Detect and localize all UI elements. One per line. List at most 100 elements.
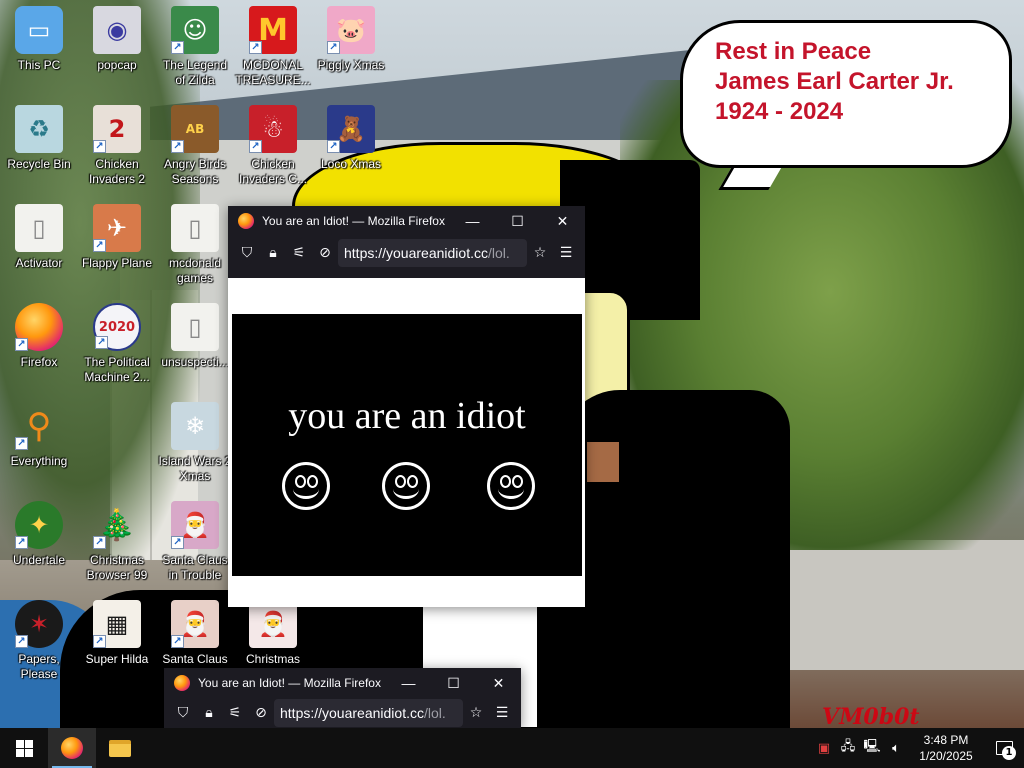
desktop-icon-everything[interactable]: ⚲ ↗ Everything (0, 396, 78, 492)
firefox-logo-icon (174, 675, 190, 691)
desktop-icon-super-hilda[interactable]: ▦ ↗ Super Hilda (78, 594, 156, 690)
autoplay-blocked-icon[interactable]: ⊘ (312, 240, 338, 266)
tray-app-icon[interactable]: ▣ (812, 728, 836, 768)
desktop-icon-label: Piggly Xmas (317, 58, 385, 72)
chicken-invaders-2-icon: 2 ↗ (93, 105, 141, 153)
folder-icon (109, 739, 131, 757)
idiot-panel[interactable]: you are an idiot (232, 314, 582, 576)
action-center-button[interactable]: 1 (984, 728, 1024, 768)
desktop-icon-label: Everything (10, 454, 68, 468)
window-title: You are an Idiot! — Mozilla Firefox (262, 214, 445, 228)
bubble-line-3: 1924 - 2024 (715, 98, 844, 125)
url-host: https://youareanidiot.cc (344, 245, 488, 261)
desktop-icon-this-pc[interactable]: ▭ This PC (0, 0, 78, 96)
clock-date: 1/20/2025 (919, 749, 973, 763)
notification-count-badge: 1 (1002, 746, 1016, 760)
firefox-nav-bar: ⛉ 🔒︎ ⚟ ⊘ https://youareanidiot.cc/lol. ☆… (164, 698, 521, 728)
url-path: /lol. (423, 705, 446, 721)
desktop-icon-popcap[interactable]: ◉ popcap (78, 0, 156, 96)
url-path: /lol. (487, 245, 510, 261)
super-hilda-icon: ▦ ↗ (93, 600, 141, 648)
lock-icon[interactable]: 🔒︎ (260, 240, 286, 266)
desktop-icon-firefox[interactable]: ↗ Firefox (0, 297, 78, 393)
volume-muted-icon[interactable]: 🔈︎ (884, 728, 908, 768)
menu-icon[interactable]: ☰ (553, 240, 579, 266)
maximize-button[interactable]: ☐ (495, 206, 540, 236)
desktop-icon-angry-birds-seasons[interactable]: AB ↗ Angry Birds Seasons (156, 99, 234, 195)
window-title: You are an Idiot! — Mozilla Firefox (198, 676, 381, 690)
clock[interactable]: 3:48 PM 1/20/2025 (908, 732, 984, 764)
desktop-icon-political-machine[interactable]: 2020 ↗ The Political Machine 2... (78, 297, 156, 393)
idiot-message: you are an idiot (288, 395, 526, 437)
desktop-icon-loco-xmas[interactable]: 🧸 ↗ Loco Xmas (312, 99, 390, 195)
desktop-icon-chicken-invaders-2[interactable]: 2 ↗ Chicken Invaders 2 (78, 99, 156, 195)
bookmark-star-icon[interactable]: ☆ (463, 700, 489, 726)
url-bar[interactable]: https://youareanidiot.cc/lol. (338, 239, 527, 267)
taskbar-firefox[interactable] (48, 728, 96, 768)
maximize-button[interactable]: ☐ (431, 668, 476, 698)
firefox-window-main[interactable]: You are an Idiot! — Mozilla Firefox — ☐ … (228, 206, 585, 607)
close-button[interactable]: ✕ (476, 668, 521, 698)
unsuspecti-icon: ▯ (171, 303, 219, 351)
desktop-icon-activator[interactable]: ▯ Activator (0, 198, 78, 294)
desktop-icon-santa-claus-trouble[interactable]: 🎅 ↗ Santa Claus in Trouble (156, 495, 234, 591)
desktop-icon-label: This PC (17, 58, 61, 72)
firefox-title-bar[interactable]: You are an Idiot! — Mozilla Firefox — ☐ … (228, 206, 585, 236)
desktop-icon-island-wars-2[interactable]: ❄ Island Wars 2 Xmas (156, 396, 234, 492)
mcdonald-treasure-icon: M ↗ (249, 6, 297, 54)
desktop-icon-papers-please[interactable]: ✶ ↗ Papers, Please (0, 594, 78, 690)
tray-network-app-icon[interactable]: 🖧 (836, 728, 860, 768)
desktop-icon-label: Chicken Invaders C... (238, 157, 308, 186)
desktop-icon-mcdonal-treasure[interactable]: M ↗ MCDONAL TREASURE... (234, 0, 312, 96)
painted-figure-tie (585, 440, 621, 484)
page-content: you are an idiot (228, 278, 585, 607)
minimize-button[interactable]: — (386, 668, 431, 698)
bubble-line-1: Rest in Peace (715, 38, 872, 65)
smiley-face-icon (282, 462, 330, 510)
activator-icon: ▯ (15, 204, 63, 252)
legend-of-zilda-icon: ☺ ↗ (171, 6, 219, 54)
desktop-icon-label: Angry Birds Seasons (163, 157, 227, 186)
windows-logo-icon (15, 739, 33, 757)
angry-birds-seasons-icon: AB ↗ (171, 105, 219, 153)
firefox-window-second[interactable]: You are an Idiot! — Mozilla Firefox — ☐ … (164, 668, 521, 728)
lock-icon[interactable]: 🔒︎ (196, 700, 222, 726)
this-pc-icon: ▭ (15, 6, 63, 54)
minimize-button[interactable]: — (450, 206, 495, 236)
firefox-icon (61, 737, 83, 759)
bookmark-star-icon[interactable]: ☆ (527, 240, 553, 266)
everything-search-icon: ⚲ ↗ (15, 402, 63, 450)
desktop-icon-label: Chicken Invaders 2 (88, 157, 146, 186)
permissions-icon[interactable]: ⚟ (222, 700, 248, 726)
desktop-icon-piggly-xmas[interactable]: 🐷 ↗ Piggly Xmas (312, 0, 390, 96)
shield-icon[interactable]: ⛉ (234, 240, 260, 266)
smiley-face-icon (382, 462, 430, 510)
close-button[interactable]: ✕ (540, 206, 585, 236)
menu-icon[interactable]: ☰ (489, 700, 515, 726)
mcdonald-games-icon: ▯ (171, 204, 219, 252)
popcap-icon: ◉ (93, 6, 141, 54)
papers-please-icon: ✶ ↗ (15, 600, 63, 648)
permissions-icon[interactable]: ⚟ (286, 240, 312, 266)
shield-icon[interactable]: ⛉ (170, 700, 196, 726)
start-button[interactable] (0, 728, 48, 768)
network-icon[interactable]: 🖳 (860, 728, 884, 768)
desktop-icon-mcdonald-games[interactable]: ▯ mcdonald games (156, 198, 234, 294)
autoplay-blocked-icon[interactable]: ⊘ (248, 700, 274, 726)
desktop-icon-christmas-browser-99[interactable]: 🎄 ↗ Christmas Browser 99 (78, 495, 156, 591)
political-machine-icon: 2020 ↗ (93, 303, 141, 351)
desktop-icon-legend-of-zilda[interactable]: ☺ ↗ The Legend of Zilda (156, 0, 234, 96)
desktop-icon-label: Undertale (12, 553, 66, 567)
desktop-icon-unsuspecti[interactable]: ▯ unsuspecti... (156, 297, 234, 393)
taskbar-file-explorer[interactable] (96, 728, 144, 768)
piggly-xmas-icon: 🐷 ↗ (327, 6, 375, 54)
desktop-icon-recycle-bin[interactable]: ♻ Recycle Bin (0, 99, 78, 195)
santa-claus-in-icon: 🎅 ↗ (171, 600, 219, 648)
url-bar[interactable]: https://youareanidiot.cc/lol. (274, 699, 463, 727)
desktop-icon-flappy-plane[interactable]: ✈ ↗ Flappy Plane (78, 198, 156, 294)
desktop-icon-undertale[interactable]: ✦ ↗ Undertale (0, 495, 78, 591)
desktop-icon-label: The Legend of Zilda (162, 58, 228, 87)
desktop-icon-chicken-invaders-c[interactable]: ☃ ↗ Chicken Invaders C... (234, 99, 312, 195)
firefox-title-bar[interactable]: You are an Idiot! — Mozilla Firefox — ☐ … (164, 668, 521, 698)
christmas-eve-icon: 🎅 (249, 600, 297, 648)
